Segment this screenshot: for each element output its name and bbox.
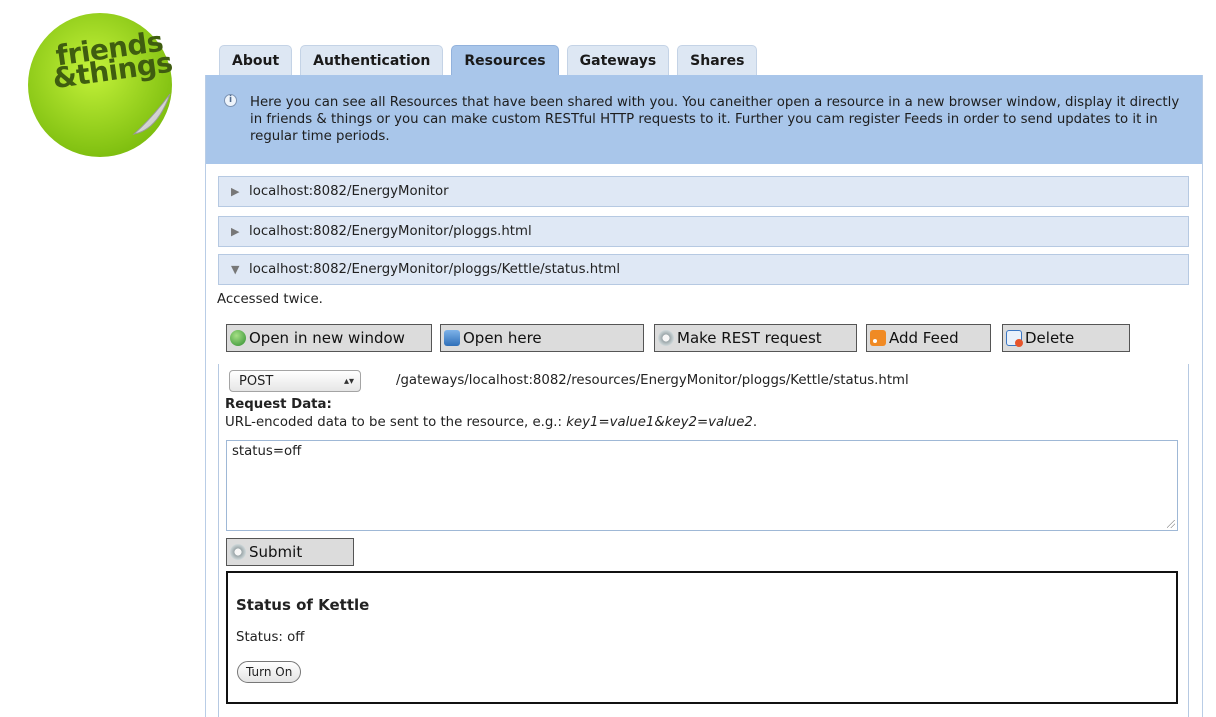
add-feed-label: Add Feed [889, 329, 959, 347]
delete-label: Delete [1025, 329, 1075, 347]
open-here-label: Open here [463, 329, 542, 347]
expanded-arrow-icon: ▼ [231, 263, 240, 276]
tab-about[interactable]: About [219, 45, 293, 75]
window-icon [444, 330, 460, 346]
collapsed-arrow-icon: ▶ [231, 225, 240, 238]
delete-button[interactable]: Delete [1002, 324, 1130, 352]
tab-authentication[interactable]: Authentication [300, 45, 444, 75]
open-new-window-button[interactable]: Open in new window [226, 324, 432, 352]
resource-url: localhost:8082/EnergyMonitor/ploggs.html [249, 224, 532, 239]
make-rest-request-label: Make REST request [677, 329, 822, 347]
tab-shares[interactable]: Shares [677, 45, 758, 75]
resource-header-ploggs[interactable]: ▶ localhost:8082/EnergyMonitor/ploggs.ht… [218, 216, 1189, 247]
rss-feed-icon [870, 330, 886, 346]
open-new-window-label: Open in new window [249, 329, 405, 347]
expanded-resource-body [218, 364, 1189, 717]
resources-panel: i Here you can see all Resources that ha… [205, 75, 1203, 717]
tab-gateways[interactable]: Gateways [566, 45, 670, 75]
info-icon: i [224, 94, 237, 107]
globe-icon [230, 330, 246, 346]
delete-icon [1006, 330, 1023, 347]
resource-header-energymonitor[interactable]: ▶ localhost:8082/EnergyMonitor [218, 176, 1189, 207]
friends-things-logo: friends &things [22, 8, 180, 166]
info-banner: i Here you can see all Resources that ha… [206, 75, 1202, 164]
open-here-button[interactable]: Open here [440, 324, 644, 352]
collapsed-arrow-icon: ▶ [231, 185, 240, 198]
tab-resources[interactable]: Resources [451, 45, 559, 76]
access-count: Accessed twice. [217, 292, 323, 307]
main-tabs: About Authentication Resources Gateways … [219, 45, 765, 76]
add-feed-button[interactable]: Add Feed [866, 324, 991, 352]
resource-header-kettle-status[interactable]: ▼ localhost:8082/EnergyMonitor/ploggs/Ke… [218, 254, 1189, 285]
info-text: Here you can see all Resources that have… [250, 95, 1180, 144]
make-rest-request-button[interactable]: Make REST request [654, 324, 857, 352]
gears-icon [658, 330, 674, 346]
resource-url: localhost:8082/EnergyMonitor/ploggs/Kett… [249, 262, 621, 277]
resource-url: localhost:8082/EnergyMonitor [249, 184, 449, 199]
